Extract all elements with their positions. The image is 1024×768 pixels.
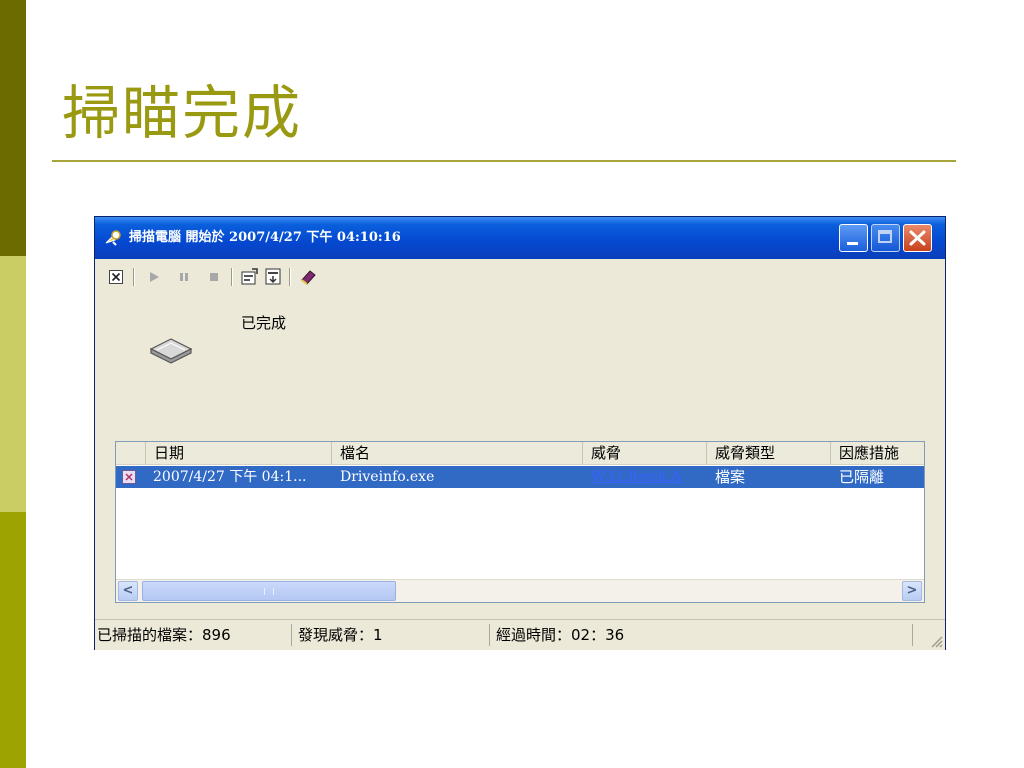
status-bar: 已掃描的檔案：896 發現威脅：1 經過時間：02：36: [95, 619, 945, 650]
table-row[interactable]: 2007/4/27 下午 04:1... Driveinfo.exe W32.R…: [116, 466, 924, 488]
stop-icon[interactable]: [203, 266, 225, 288]
window-title: 掃描電腦 開始於 2007/4/27 下午 04:10:16: [129, 230, 401, 245]
column-header-action[interactable]: 因應措施: [831, 442, 924, 464]
row-action: 已隔離: [839, 468, 885, 486]
help-book-icon[interactable]: [297, 266, 319, 288]
properties-icon[interactable]: [239, 266, 261, 288]
close-scan-icon[interactable]: [105, 266, 127, 288]
column-header-date[interactable]: 日期: [146, 442, 332, 464]
resize-grip-icon[interactable]: [929, 634, 943, 648]
slide-sidebar-top: [0, 0, 26, 256]
row-date: 2007/4/27 下午 04:1...: [153, 469, 307, 485]
scan-status-label: 已完成: [241, 314, 287, 332]
toolbar-separator: [231, 268, 233, 286]
pause-icon[interactable]: [173, 266, 195, 288]
play-icon[interactable]: [143, 266, 165, 288]
list-header: 日期 檔名 威脅 威脅類型 因應措施: [116, 442, 924, 465]
horizontal-scrollbar[interactable]: < >: [116, 579, 924, 602]
row-threat-type: 檔案: [715, 468, 746, 486]
scroll-left-icon[interactable]: <: [118, 581, 138, 601]
slide-sidebar-middle: [0, 256, 26, 512]
slide-title: 掃瞄完成: [62, 79, 303, 147]
minimize-button[interactable]: [839, 224, 868, 252]
toolbar-separator: [289, 268, 291, 286]
scan-window: 掃描電腦 開始於 2007/4/27 下午 04:10:16 已完成 日期 檔名…: [94, 216, 946, 650]
scanned-files-count: 已掃描的檔案：896: [97, 626, 231, 644]
column-header-icon[interactable]: [116, 442, 146, 464]
slide-sidebar-bottom: [0, 512, 26, 768]
column-header-threat-type[interactable]: 威脅類型: [707, 442, 831, 464]
threats-found-count: 發現威脅：1: [291, 624, 489, 646]
scan-app-icon: [103, 228, 123, 248]
elapsed-time: 經過時間：02：36: [489, 624, 913, 646]
title-divider: [52, 160, 956, 162]
maximize-button[interactable]: [871, 224, 900, 252]
row-threat-link[interactable]: W32.Resik.A: [591, 466, 705, 488]
window-titlebar[interactable]: 掃描電腦 開始於 2007/4/27 下午 04:10:16: [95, 217, 945, 259]
column-header-filename[interactable]: 檔名: [332, 442, 583, 464]
column-header-threat[interactable]: 威脅: [583, 442, 707, 464]
quarantined-file-icon: [122, 470, 136, 484]
hard-drive-icon: [149, 335, 193, 369]
export-icon[interactable]: [263, 266, 285, 288]
scroll-right-icon[interactable]: >: [902, 581, 922, 601]
toolbar-separator: [133, 268, 135, 286]
threat-list[interactable]: 日期 檔名 威脅 威脅類型 因應措施 2007/4/27 下午 04:1... …: [115, 441, 925, 603]
scrollbar-thumb[interactable]: [142, 581, 396, 601]
row-filename: Driveinfo.exe: [340, 469, 435, 485]
close-button[interactable]: [903, 224, 932, 252]
